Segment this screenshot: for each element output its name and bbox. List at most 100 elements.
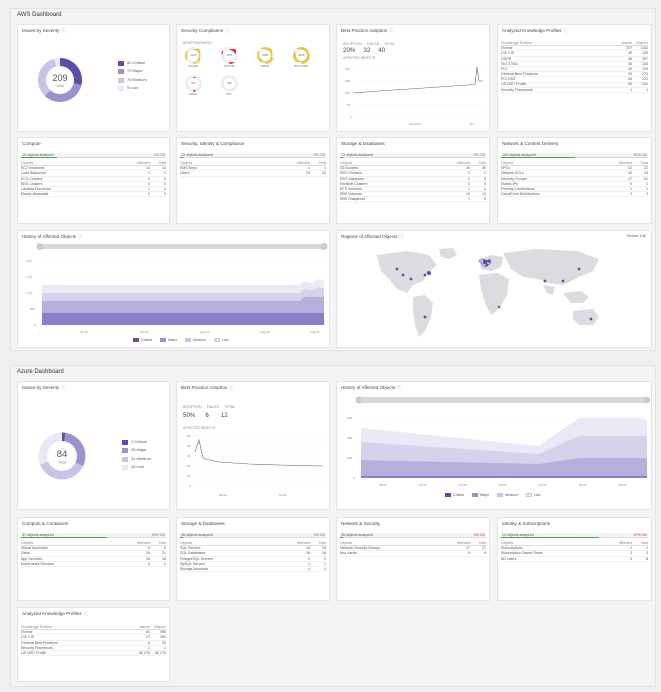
compliance-gauge[interactable]: 40% xyxy=(185,47,202,64)
cell-name: Objects xyxy=(21,160,34,165)
table-row[interactable]: EBS Snapshots 1 5 xyxy=(340,197,486,203)
cell-value: 2 xyxy=(646,192,648,197)
azure-akp-card: Analyzed Knowledge Profiles ⓘ Knowledge P… xyxy=(17,607,170,682)
cell-name: Objects xyxy=(180,160,193,165)
legend-low[interactable]: 26 Low xyxy=(122,464,151,473)
gauge-value: 5% xyxy=(188,78,199,89)
legend-critical[interactable]: 2 Critical xyxy=(122,438,151,447)
svg-text:0: 0 xyxy=(353,476,355,480)
azure-bpa-card: Best Practice Adoption ⓘ ADOPTION FAILED TO… xyxy=(176,381,330,510)
cell-name: App Services xyxy=(21,556,43,561)
legend-low[interactable]: 9 Low xyxy=(118,85,147,94)
cell-value: 22 xyxy=(628,166,632,171)
svg-text:1.5K: 1.5K xyxy=(26,275,32,279)
analyzed-bar: 73 objects analyzed 0% OK xyxy=(340,153,486,158)
table-row[interactable]: Kubernetes Services 0 0 xyxy=(21,562,166,567)
cell-value: 2 xyxy=(164,171,166,176)
table-row[interactable]: US NIST Profile All CIS All CIS xyxy=(21,650,166,657)
svg-text:Jan 2021: Jan 2021 xyxy=(409,122,422,126)
legend-critical[interactable]: 60 Critical xyxy=(118,59,147,68)
cell-value: 16 xyxy=(306,546,310,551)
cell-name: ECS Clusters xyxy=(21,176,43,181)
slider-handle-right[interactable] xyxy=(643,396,651,404)
gauge-label: CIS CIS xyxy=(223,64,235,68)
bpa-line xyxy=(194,438,324,467)
aws-bpa-chart: 200 150 100 50 0 Jan 2021 Jan xyxy=(345,66,483,126)
cell-value: 25 xyxy=(162,640,166,645)
cell-value: 0 xyxy=(630,556,632,561)
cell-value: 17 xyxy=(628,176,632,181)
legend-critical[interactable]: Critical xyxy=(445,493,464,498)
world-map[interactable] xyxy=(367,245,627,345)
cell-value: All CIS xyxy=(139,650,150,655)
cell-name: Knowledge Profiles xyxy=(21,624,52,629)
donut-total: 209 xyxy=(52,73,67,83)
azure-storage-card: Storage & Databases 48 objects analyzed 0%… xyxy=(176,517,330,601)
cell-name: RDS Clusters xyxy=(340,171,362,176)
history-range-slider[interactable] xyxy=(40,244,324,249)
compliance-gauge[interactable]: 68% xyxy=(257,47,274,64)
history-range-slider[interactable] xyxy=(359,397,647,403)
compliance-gauge[interactable]: 20% xyxy=(221,47,238,64)
legend-major[interactable]: Major xyxy=(471,493,489,498)
legend-medium[interactable]: 31 Medium xyxy=(122,455,151,464)
legend-major[interactable]: Major xyxy=(159,338,177,343)
table-row[interactable]: Key Vaults 9 9 xyxy=(340,551,486,557)
slider-handle-left[interactable] xyxy=(36,243,44,250)
cell-name: Lambda Functions xyxy=(21,186,51,191)
cell-name: Elastic Beanstalk xyxy=(21,192,49,197)
cell-name: Users xyxy=(180,171,190,176)
azure-issues-legend: 2 Critical 25 Major 31 Medium 26 Low xyxy=(122,438,151,472)
cell-name: GDPR xyxy=(501,56,512,61)
cell-value: 1 xyxy=(468,186,470,191)
ok-percent: 59% OK xyxy=(151,533,165,537)
info-icon: ⓘ xyxy=(61,385,66,390)
aws-compliance-card: Security Compliance ⓘ ADOPTION RATIO 40% O… xyxy=(176,24,330,132)
slider-handle-left[interactable] xyxy=(355,396,363,404)
gauge-label: PCI xyxy=(226,92,232,96)
cell-name: Load Balancers xyxy=(21,171,46,176)
cell-name: EC2 Instances xyxy=(21,166,45,171)
legend-medium[interactable]: Medium xyxy=(184,338,206,343)
slider-handle-right[interactable] xyxy=(320,243,328,250)
svg-text:10: 10 xyxy=(187,474,191,478)
ok-progress xyxy=(180,537,183,538)
table-row[interactable]: AD Users 0 8 xyxy=(501,557,648,562)
aws-history-chart: 2.0K 1.5K 1.0K 500 0 Jul 15 Jul 30 Aug 1… xyxy=(26,243,328,334)
legend-low[interactable]: Low xyxy=(213,338,228,343)
legend-medium[interactable]: 70 Medium xyxy=(118,76,147,85)
legend-major[interactable]: 25 Major xyxy=(122,447,151,456)
cell-value: 3 xyxy=(468,176,470,181)
cell-value: 1 xyxy=(630,546,632,551)
aws-issues-donut[interactable]: 209 Total xyxy=(30,50,90,110)
cell-name: CIS CIS xyxy=(501,51,514,56)
table-row[interactable]: Security Framework 1 1 xyxy=(501,88,648,93)
azure-history-chart: 600 400 200 0 09:00 12:00 15:00 18:00 21… xyxy=(347,396,651,487)
area-critical xyxy=(361,476,647,478)
svg-text:0: 0 xyxy=(189,484,191,488)
table-row[interactable]: Users 19 22 xyxy=(180,171,326,177)
table-row[interactable]: Storage Accounts 4 4 xyxy=(180,567,326,573)
table-row[interactable]: Elastic Beanstalk 0 0 xyxy=(21,192,166,198)
table-row[interactable]: CloudFront Distributions 2 2 xyxy=(501,192,648,198)
info-icon: ⓘ xyxy=(389,28,394,33)
legend-medium[interactable]: Medium xyxy=(496,493,518,498)
compliance-gauge[interactable]: 5% xyxy=(185,75,202,92)
compliance-gauge[interactable]: 80% xyxy=(293,47,310,64)
aws-akp-table: Knowledge Profiles Issues Objects Overall 20… xyxy=(501,41,648,93)
donut-slice[interactable] xyxy=(64,432,86,467)
compliance-gauge[interactable]: 0% xyxy=(221,75,238,92)
cell-name: General Best Practices xyxy=(501,72,538,77)
cell-name: EKS Clusters xyxy=(21,181,43,186)
ok-percent: 0% OK xyxy=(313,153,325,157)
cell-value: 27 xyxy=(482,546,486,551)
legend-critical[interactable]: Critical xyxy=(133,338,152,343)
cell-value: Total xyxy=(158,160,166,165)
svg-text:18:00: 18:00 xyxy=(499,483,507,487)
svg-text:100: 100 xyxy=(345,91,350,95)
legend-major[interactable]: 70 Major xyxy=(118,68,147,77)
gauge-value: 68% xyxy=(260,50,271,61)
ok-progress xyxy=(21,157,58,158)
legend-low[interactable]: Low xyxy=(525,493,540,498)
azure-issues-donut[interactable]: 84 Total xyxy=(30,424,94,488)
